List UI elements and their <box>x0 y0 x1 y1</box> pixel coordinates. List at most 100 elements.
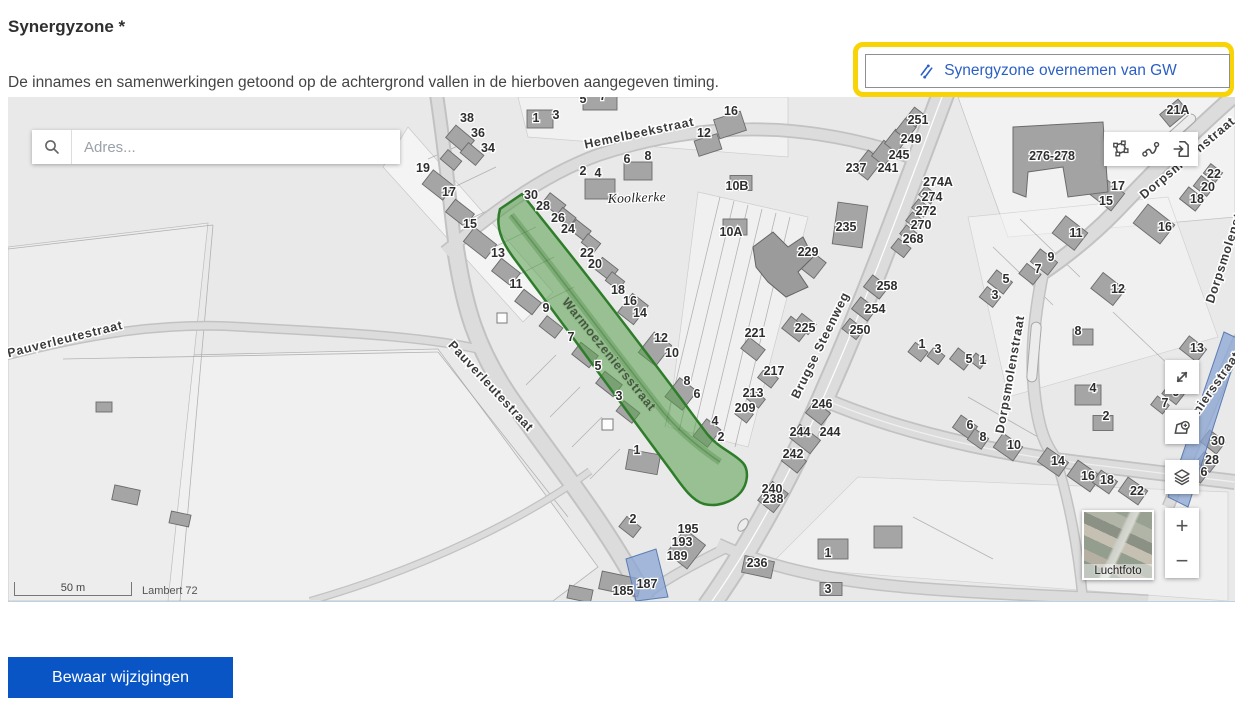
svg-text:246: 246 <box>812 397 833 411</box>
svg-text:13: 13 <box>1190 341 1204 355</box>
svg-text:14: 14 <box>1051 454 1065 468</box>
svg-text:8: 8 <box>684 374 691 388</box>
svg-text:2: 2 <box>718 430 725 444</box>
svg-text:251: 251 <box>908 113 929 127</box>
svg-text:237: 237 <box>846 161 867 175</box>
svg-text:6: 6 <box>694 387 701 401</box>
svg-text:8: 8 <box>1075 324 1082 338</box>
svg-text:4: 4 <box>1090 381 1097 395</box>
svg-text:217: 217 <box>764 364 785 378</box>
svg-text:2: 2 <box>630 512 637 526</box>
svg-text:236: 236 <box>747 556 768 570</box>
svg-text:195: 195 <box>678 522 699 536</box>
svg-text:268: 268 <box>903 232 924 246</box>
basemap-switcher[interactable]: Luchtfoto <box>1082 510 1154 580</box>
svg-text:8: 8 <box>980 430 987 444</box>
svg-text:18: 18 <box>1190 192 1204 206</box>
svg-text:38: 38 <box>460 111 474 125</box>
svg-text:6: 6 <box>624 152 631 166</box>
zoom-in-button[interactable]: + <box>1165 508 1199 543</box>
svg-text:12: 12 <box>654 331 668 345</box>
address-search <box>32 130 400 164</box>
search-input[interactable] <box>72 130 400 164</box>
svg-text:4: 4 <box>712 414 719 428</box>
svg-text:36: 36 <box>471 126 485 140</box>
expand-icon <box>1172 367 1192 387</box>
draw-route-icon <box>1141 139 1161 159</box>
svg-text:2: 2 <box>1103 409 1110 423</box>
svg-text:9: 9 <box>1048 250 1055 264</box>
svg-text:14: 14 <box>633 306 647 320</box>
scale-bar: 50 m <box>14 582 132 596</box>
zoom-to-shape-button[interactable] <box>1165 410 1199 444</box>
svg-text:9: 9 <box>543 301 550 315</box>
synergyzone-overnemen-button[interactable]: Synergyzone overnemen van GW <box>865 54 1230 88</box>
svg-text:3: 3 <box>992 288 999 302</box>
zoom-to-shape-icon <box>1172 417 1192 437</box>
svg-text:187: 187 <box>637 577 658 591</box>
svg-text:10: 10 <box>665 346 679 360</box>
svg-text:20: 20 <box>1201 180 1215 194</box>
svg-text:1: 1 <box>980 353 987 367</box>
svg-text:241: 241 <box>878 161 899 175</box>
search-icon <box>43 138 61 156</box>
svg-text:249: 249 <box>901 132 922 146</box>
svg-text:21A: 21A <box>1167 103 1190 117</box>
svg-text:20: 20 <box>588 257 602 271</box>
svg-text:185: 185 <box>613 584 634 598</box>
svg-text:19: 19 <box>416 161 430 175</box>
highlight-annotation: Synergyzone overnemen van GW <box>853 42 1234 97</box>
svg-text:11: 11 <box>509 277 522 291</box>
overnemen-label: Synergyzone overnemen van GW <box>944 62 1177 80</box>
svg-text:244: 244 <box>820 425 841 439</box>
svg-text:250: 250 <box>850 323 871 337</box>
draw-toolbar <box>1104 132 1198 166</box>
svg-text:276-278: 276-278 <box>1029 149 1075 163</box>
svg-text:1: 1 <box>825 546 832 560</box>
svg-text:5: 5 <box>1003 272 1010 286</box>
bewaar-button[interactable]: Bewaar wijzigingen <box>8 657 233 698</box>
svg-text:270: 270 <box>911 218 932 232</box>
svg-text:7: 7 <box>1035 262 1042 276</box>
svg-text:225: 225 <box>795 321 816 335</box>
svg-text:272: 272 <box>916 204 937 218</box>
svg-text:22: 22 <box>1130 484 1144 498</box>
fullscreen-button[interactable] <box>1165 360 1199 394</box>
layers-button[interactable] <box>1165 460 1199 494</box>
svg-text:15: 15 <box>1099 194 1113 208</box>
zoom-out-button[interactable]: − <box>1165 543 1199 578</box>
copy-zone-icon <box>918 63 935 80</box>
svg-text:Koolkerke: Koolkerke <box>607 189 667 206</box>
svg-text:15: 15 <box>463 217 477 231</box>
svg-text:34: 34 <box>481 141 495 155</box>
draw-route-tool[interactable] <box>1137 135 1165 163</box>
svg-text:6: 6 <box>1201 465 1208 479</box>
svg-text:213: 213 <box>743 386 764 400</box>
projection-label: Lambert 72 <box>142 585 198 597</box>
svg-text:235: 235 <box>836 220 857 234</box>
map-canvas[interactable]: HemelbeekstraatKoolkerkePauverleutestraa… <box>8 97 1235 602</box>
svg-text:1: 1 <box>533 111 540 125</box>
svg-text:244: 244 <box>790 425 811 439</box>
svg-text:254: 254 <box>865 302 886 316</box>
svg-text:6: 6 <box>967 418 974 432</box>
polygon-select-tool[interactable] <box>1106 135 1134 163</box>
svg-text:229: 229 <box>798 245 819 259</box>
svg-text:238: 238 <box>763 492 784 506</box>
svg-text:18: 18 <box>1100 473 1114 487</box>
svg-text:3: 3 <box>935 342 942 356</box>
import-file-tool[interactable] <box>1168 135 1196 163</box>
svg-text:258: 258 <box>877 279 898 293</box>
svg-text:11: 11 <box>1069 226 1082 240</box>
polygon-select-icon <box>1110 139 1130 159</box>
search-button[interactable] <box>32 130 72 164</box>
svg-text:1: 1 <box>634 443 641 457</box>
svg-text:209: 209 <box>735 401 756 415</box>
svg-text:189: 189 <box>667 549 688 563</box>
map-rendering: HemelbeekstraatKoolkerkePauverleutestraa… <box>8 97 1235 601</box>
page-title: Synergyzone * <box>8 17 125 37</box>
layers-icon <box>1172 467 1192 487</box>
svg-text:5: 5 <box>966 352 973 366</box>
svg-text:5: 5 <box>595 359 602 373</box>
svg-text:221: 221 <box>745 326 766 340</box>
